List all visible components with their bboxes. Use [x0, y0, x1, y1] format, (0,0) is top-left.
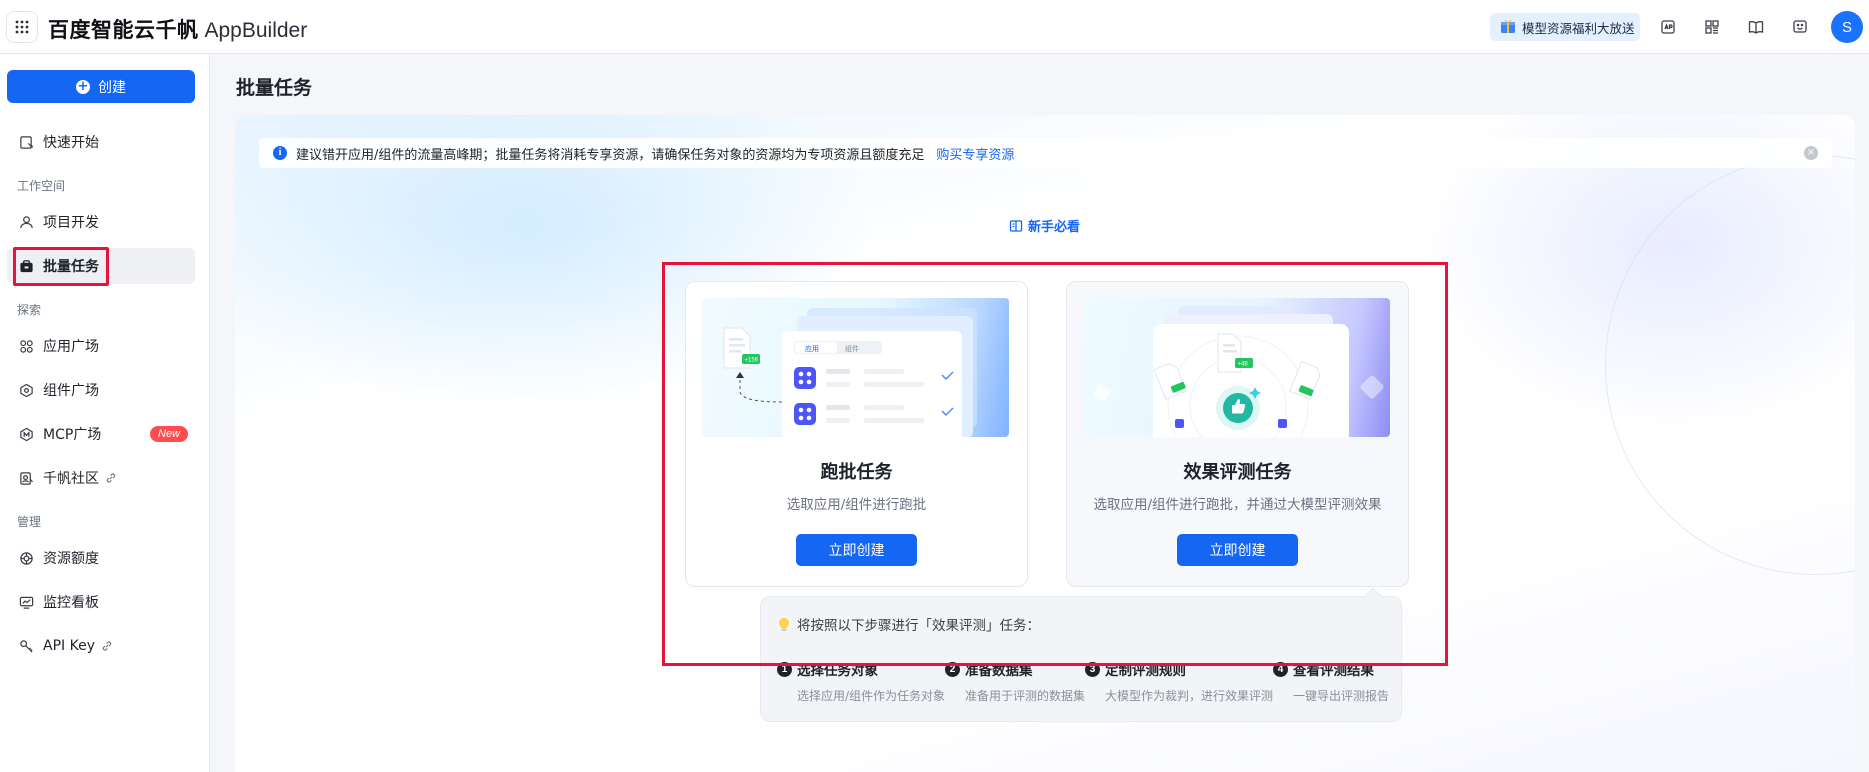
key-icon [18, 638, 34, 654]
quick-start-icon [18, 134, 34, 150]
sidebar: + 创建 [0, 54, 210, 772]
steps-title: 将按照以下步骤进行「效果评测」任务： [777, 614, 1040, 634]
illustration-badge: +156 [745, 358, 759, 364]
gift-icon [1500, 18, 1516, 37]
illustration-badge: +48 [1238, 362, 1249, 368]
mcp-icon [18, 426, 34, 442]
step-item: 4 查看评测结果 一键导出评测报告 [1273, 659, 1389, 704]
evaluation-steps-panel: 将按照以下步骤进行「效果评测」任务： 1 选择任务对象 选择应用/组件作为任务对象… [760, 587, 1402, 722]
panel-caret [1364, 587, 1382, 605]
card-description: 选取应用/组件进行跑批 [786, 497, 927, 513]
app-grid-icon[interactable] [6, 11, 38, 43]
section-label-manage: 管理 [17, 515, 42, 529]
sidebar-item-quick-start[interactable]: 快速开始 [7, 124, 195, 160]
step-title: 定制评测规则 [1105, 663, 1186, 679]
batch-run-illustration: 应用 组件 +156 [702, 298, 1009, 437]
create-button[interactable]: + 创建 [7, 70, 195, 103]
sidebar-item-batch-task[interactable]: 批量任务 [7, 248, 195, 284]
step-number: 4 [1273, 661, 1288, 677]
new-badge: New [150, 426, 189, 442]
sidebar-item-community[interactable]: 千帆社区 [7, 460, 195, 496]
promo-label: 模型资源福利大放送 [1522, 20, 1635, 36]
batch-task-icon [18, 258, 34, 274]
buy-resource-link[interactable]: 购买专享资源 [936, 144, 1014, 163]
sidebar-item-api-key[interactable]: API Key [7, 628, 195, 664]
sidebar-item-resource-quota[interactable]: 资源额度 [7, 540, 195, 576]
sidebar-item-label: MCP广场 [43, 427, 102, 443]
brand-name-cn: 百度智能云千帆 [48, 18, 199, 42]
evaluation-illustration: +48 [1083, 298, 1390, 437]
batch-run-card: 应用 组件 +156 跑批任务 选取应用/组件进行跑批 立即创建 [685, 281, 1028, 587]
card-description: 选取应用/组件进行跑批，并通过大模型评测效果 [1093, 497, 1382, 513]
user-avatar[interactable]: S [1831, 11, 1863, 43]
sidebar-item-project-dev[interactable]: 项目开发 [7, 204, 195, 240]
main-content-panel: i 建议错开应用/组件的流量高峰期；批量任务将消耗专享资源，请确保任务对象的资源… [235, 115, 1855, 772]
section-label-explore: 探索 [17, 303, 42, 317]
notice-banner: i 建议错开应用/组件的流量高峰期；批量任务将消耗专享资源，请确保任务对象的资源… [259, 138, 1832, 168]
resource-icon [18, 550, 34, 566]
sidebar-item-label: 批量任务 [43, 259, 99, 275]
sidebar-item-label: 组件广场 [43, 383, 99, 399]
info-icon: i [273, 146, 287, 160]
external-link-icon [105, 472, 117, 484]
card-title: 效果评测任务 [1183, 462, 1292, 483]
sidebar-item-monitor[interactable]: 监控看板 [7, 584, 195, 620]
step-number: 1 [777, 661, 792, 677]
top-bar: 百度智能云千帆 AppBuilder 模型资源福利大放送 S [0, 0, 1869, 54]
sidebar-item-label: 千帆社区 [43, 471, 99, 487]
step-item: 3 定制评测规则 大模型作为裁判，进行效果评测 [1085, 659, 1273, 704]
sidebar-item-label: 快速开始 [43, 135, 99, 151]
feedback-icon[interactable] [1788, 15, 1812, 39]
step-title: 准备数据集 [965, 663, 1033, 679]
sidebar-item-mcp-square[interactable]: MCP广场 New [7, 416, 195, 452]
step-description: 大模型作为裁判，进行效果评测 [1105, 689, 1274, 703]
sidebar-item-app-square[interactable]: 应用广场 [7, 328, 195, 364]
sidebar-item-component-square[interactable]: 组件广场 [7, 372, 195, 408]
sidebar-item-label: 资源额度 [43, 551, 99, 567]
step-description: 一键导出评测报告 [1293, 689, 1390, 703]
step-description: 选择应用/组件作为任务对象 [797, 689, 946, 703]
step-item: 2 准备数据集 准备用于评测的数据集 [945, 659, 1085, 704]
sidebar-item-label: API Key [43, 638, 95, 654]
card-title: 跑批任务 [820, 462, 893, 483]
svg-text:组件: 组件 [845, 344, 859, 353]
monitor-icon [18, 594, 34, 610]
step-title: 查看评测结果 [1293, 663, 1374, 679]
brand-name-en: AppBuilder [204, 19, 308, 42]
brand-logo[interactable]: 百度智能云千帆 AppBuilder [48, 14, 307, 44]
beginner-guide-link[interactable]: 新手必看 [1009, 216, 1080, 235]
step-number: 3 [1085, 661, 1100, 677]
user-icon [18, 214, 34, 230]
external-link-icon [101, 640, 113, 652]
component-icon [18, 382, 34, 398]
lightbulb-icon [777, 617, 791, 632]
app-square-icon [18, 338, 34, 354]
create-batch-run-button[interactable]: 立即创建 [796, 534, 917, 566]
sidebar-item-label: 监控看板 [43, 595, 99, 611]
book-icon[interactable] [1744, 15, 1768, 39]
section-label-workspace: 工作空间 [17, 179, 66, 193]
grid-icon[interactable] [1700, 15, 1724, 39]
notice-text: 建议错开应用/组件的流量高峰期；批量任务将消耗专享资源，请确保任务对象的资源均为… [296, 147, 925, 163]
guide-link-label: 新手必看 [1028, 220, 1081, 235]
sidebar-item-label: 应用广场 [43, 339, 99, 355]
page-title: 批量任务 [236, 77, 313, 99]
steps-title-text: 将按照以下步骤进行「效果评测」任务： [797, 618, 1040, 634]
promo-banner-button[interactable]: 模型资源福利大放送 [1490, 13, 1640, 41]
api-icon[interactable] [1656, 15, 1680, 39]
community-icon [18, 470, 34, 486]
step-title: 选择任务对象 [797, 663, 878, 679]
close-icon[interactable]: × [1804, 146, 1818, 160]
create-evaluation-button[interactable]: 立即创建 [1177, 534, 1298, 566]
svg-text:应用: 应用 [805, 344, 819, 353]
sidebar-item-label: 项目开发 [43, 215, 99, 231]
book-icon [1009, 219, 1023, 233]
step-number: 2 [945, 661, 960, 677]
step-item: 1 选择任务对象 选择应用/组件作为任务对象 [777, 659, 945, 704]
step-description: 准备用于评测的数据集 [965, 689, 1086, 703]
plus-icon: + [76, 78, 90, 94]
evaluation-card: +48 效果评测任务 选取应用/组件进行跑批，并通过大模型评测效果 立即创建 [1066, 281, 1409, 587]
create-button-label: 创建 [98, 79, 126, 96]
